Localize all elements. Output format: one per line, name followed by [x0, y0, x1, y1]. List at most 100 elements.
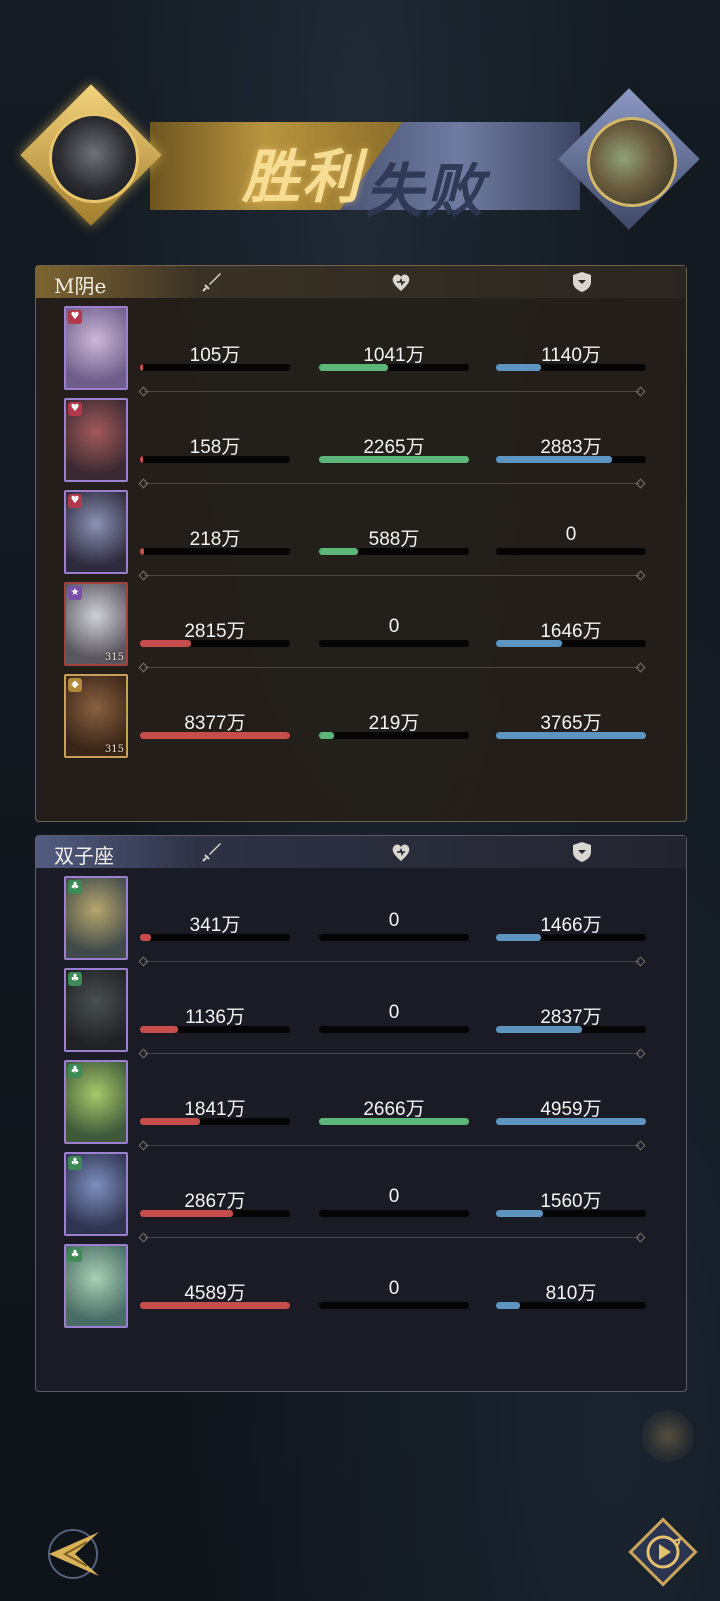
defense-bar: [496, 1302, 646, 1309]
team-panel-loser: 双子座 ♣ 341万 0 1466万 ♣ 1136万 0 2837万 ♣ 1841万 2666万 49…: [35, 835, 687, 1392]
defense-value: 2837万: [540, 1007, 602, 1028]
clover-badge-icon: ♣: [68, 880, 82, 894]
damage-bar-fill: [140, 1302, 290, 1309]
clover-badge-icon: ♣: [68, 1064, 82, 1078]
victory-label: 胜利: [242, 143, 363, 211]
row-divider: [144, 1145, 640, 1146]
heart-badge-icon: ♥: [68, 494, 82, 508]
defense-bar: [496, 548, 646, 555]
hero-card[interactable]: ♣: [64, 968, 128, 1052]
defense-bar: [496, 456, 646, 463]
heal-bar-fill: [319, 732, 334, 739]
defense-bar: [496, 1026, 646, 1033]
winner-avatar[interactable]: [20, 84, 162, 226]
damage-bar-fill: [140, 934, 152, 941]
damage-value: 1136万: [185, 1007, 245, 1028]
loser-avatar[interactable]: [558, 88, 700, 230]
heal-value: 219万: [368, 713, 420, 734]
clover-badge-icon: ♣: [68, 972, 82, 986]
defense-bar-fill: [496, 364, 541, 371]
shield-icon: [573, 842, 591, 862]
heal-value: 2265万: [363, 437, 425, 458]
damage-bar: [140, 640, 290, 647]
defense-bar: [496, 1118, 646, 1125]
heal-bar: [319, 1210, 469, 1217]
heal-bar: [319, 1026, 469, 1033]
hero-card[interactable]: ◆ 315: [64, 674, 128, 758]
damage-value: 105万: [189, 345, 241, 366]
defense-value: 0: [565, 524, 577, 545]
replay-icon[interactable]: [628, 1517, 698, 1587]
star-badge-icon: ★: [68, 586, 82, 600]
damage-bar-fill: [140, 732, 290, 739]
team-name: 双子座: [54, 844, 114, 868]
defense-bar: [496, 732, 646, 739]
damage-bar-fill: [140, 456, 143, 463]
damage-bar-fill: [140, 1026, 178, 1033]
defense-bar-fill: [496, 1118, 646, 1125]
heal-bar: [319, 934, 469, 941]
damage-value: 8377万: [184, 713, 246, 734]
defense-bar-fill: [496, 1302, 520, 1309]
heal-value: 0: [388, 616, 400, 637]
hero-row: ★ 315 2815万 0 1646万: [36, 580, 686, 672]
team-name: M阴e: [54, 274, 107, 298]
heart-icon: [392, 274, 410, 291]
row-divider: [144, 1237, 640, 1238]
defense-bar-fill: [496, 1026, 582, 1033]
defense-bar: [496, 1210, 646, 1217]
row-divider: [144, 391, 640, 392]
heal-value: 0: [388, 1278, 400, 1299]
heal-bar-fill: [319, 456, 469, 463]
hero-card[interactable]: ♥: [64, 306, 128, 390]
heal-value: 2666万: [363, 1099, 425, 1120]
damage-bar-fill: [140, 364, 143, 371]
hero-row: ♥ 105万 1041万 1140万: [36, 304, 686, 396]
hero-row: ♥ 158万 2265万 2883万: [36, 396, 686, 488]
clover-badge-icon: ♣: [68, 1156, 82, 1170]
diamond-badge-icon: ◆: [68, 678, 82, 692]
row-divider: [144, 1053, 640, 1054]
hero-card[interactable]: ♥: [64, 398, 128, 482]
heal-value: 1041万: [363, 345, 425, 366]
defense-bar-fill: [496, 456, 612, 463]
heart-icon: [392, 844, 410, 861]
damage-value: 2815万: [184, 621, 246, 642]
hero-row: ♥ 218万 588万 0: [36, 488, 686, 580]
defense-bar: [496, 364, 646, 371]
shield-icon: [573, 272, 591, 292]
heal-value: 0: [388, 910, 400, 931]
defense-bar-fill: [496, 934, 541, 941]
hero-card[interactable]: ♥: [64, 490, 128, 574]
hero-card[interactable]: ♣: [64, 1060, 128, 1144]
damage-value: 2867万: [184, 1191, 246, 1212]
damage-bar: [140, 456, 290, 463]
defense-value: 1466万: [540, 915, 602, 936]
heal-bar: [319, 640, 469, 647]
hero-row: ◆ 315 8377万 219万 3765万: [36, 672, 686, 764]
defense-value: 1140万: [541, 345, 601, 366]
defense-bar-fill: [496, 640, 562, 647]
heal-bar: [319, 1118, 469, 1125]
hero-card[interactable]: ♣: [64, 1244, 128, 1328]
faded-orb-icon: [642, 1410, 694, 1462]
heal-bar-fill: [319, 548, 358, 555]
hero-row: ♣ 2867万 0 1560万: [36, 1150, 686, 1242]
damage-value: 1841万: [184, 1099, 246, 1120]
damage-bar: [140, 1302, 290, 1309]
hero-card[interactable]: ★ 315: [64, 582, 128, 666]
defeat-label: 失败: [365, 157, 486, 225]
sword-icon: [202, 273, 221, 292]
back-arrow-icon[interactable]: [35, 1520, 105, 1590]
hero-card[interactable]: ♣: [64, 1152, 128, 1236]
hero-card[interactable]: ♣: [64, 876, 128, 960]
clover-badge-icon: ♣: [68, 1248, 82, 1262]
team-header: 双子座: [36, 836, 686, 868]
heart-badge-icon: ♥: [68, 310, 82, 324]
defense-value: 1646万: [540, 621, 602, 642]
defense-bar: [496, 640, 646, 647]
team-header: M阴e: [36, 266, 686, 298]
defense-value: 3765万: [540, 713, 602, 734]
row-divider: [144, 575, 640, 576]
damage-value: 158万: [189, 437, 241, 458]
